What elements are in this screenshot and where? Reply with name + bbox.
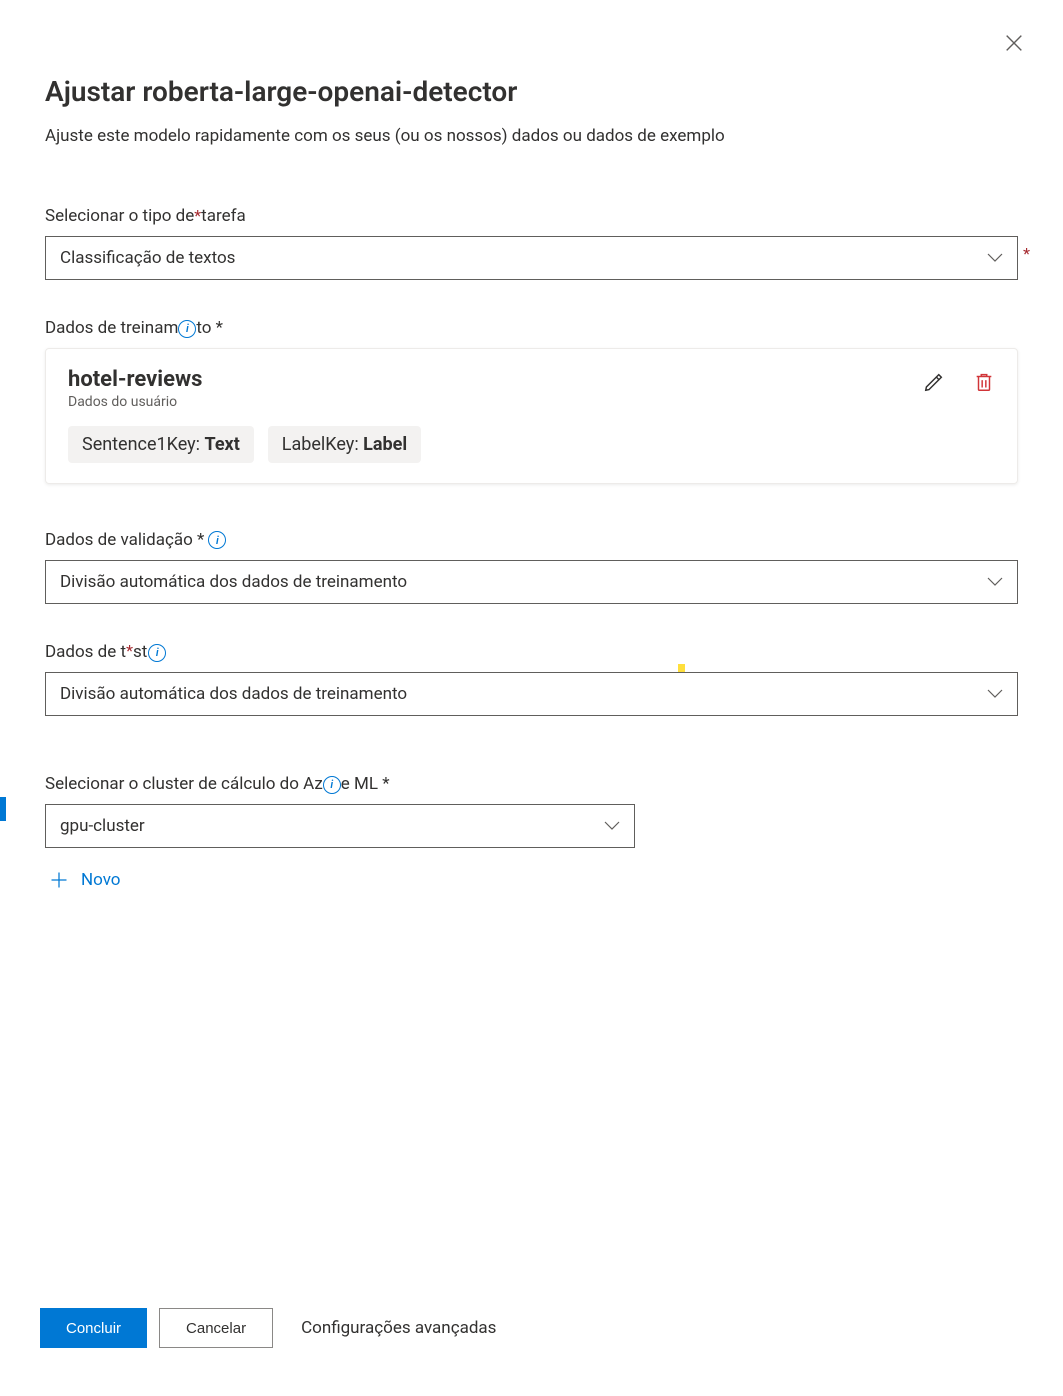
pencil-icon bbox=[923, 371, 945, 393]
finetune-dialog: Ajustar roberta-large-openai-detector Aj… bbox=[0, 0, 1063, 1396]
dialog-footer: Concluir Cancelar Configurações avançada… bbox=[40, 1308, 496, 1348]
cluster-value: gpu-cluster bbox=[60, 816, 145, 836]
chevron-down-icon bbox=[987, 253, 1003, 263]
trash-icon bbox=[973, 371, 995, 393]
info-icon[interactable] bbox=[148, 644, 166, 662]
chevron-down-icon bbox=[987, 689, 1003, 699]
training-chips: Sentence1Key: Text LabelKey: Label bbox=[68, 426, 995, 463]
new-label: Novo bbox=[81, 870, 121, 890]
cluster-select[interactable]: gpu-cluster bbox=[45, 804, 635, 848]
dialog-subtitle: Ajuste este modelo rapidamente com os se… bbox=[45, 126, 1018, 146]
training-data-title: hotel-reviews bbox=[68, 367, 995, 392]
test-data-label: Dados de t*st bbox=[45, 642, 1018, 662]
dialog-title: Ajustar roberta-large-openai-detector bbox=[45, 75, 1018, 108]
chip-labelkey: LabelKey: Label bbox=[268, 426, 421, 463]
cancel-button[interactable]: Cancelar bbox=[159, 1308, 273, 1348]
task-type-value: Classificação de textos bbox=[60, 248, 235, 268]
validation-data-label: Dados de validação * bbox=[45, 530, 1018, 550]
close-icon bbox=[1003, 32, 1025, 54]
new-cluster-button[interactable]: Novo bbox=[45, 866, 125, 894]
info-icon[interactable] bbox=[323, 776, 341, 794]
training-data-subtitle: Dados do usuário bbox=[68, 394, 995, 410]
plus-icon bbox=[49, 870, 69, 890]
validation-data-select[interactable]: Divisão automática dos dados de treiname… bbox=[45, 560, 1018, 604]
required-indicator: * bbox=[1023, 244, 1030, 263]
advanced-settings-link[interactable]: Configurações avançadas bbox=[301, 1318, 496, 1338]
chevron-down-icon bbox=[604, 821, 620, 831]
info-icon[interactable] bbox=[208, 531, 226, 549]
test-data-select[interactable]: Divisão automática dos dados de treiname… bbox=[45, 672, 1018, 716]
delete-button[interactable] bbox=[973, 371, 995, 393]
training-data-card: hotel-reviews Dados do usuário Sentence1… bbox=[45, 348, 1018, 484]
task-type-select[interactable]: Classificação de textos bbox=[45, 236, 1018, 280]
edit-button[interactable] bbox=[923, 371, 945, 393]
chevron-down-icon bbox=[987, 577, 1003, 587]
cluster-label: Selecionar o cluster de cálculo do Aze M… bbox=[45, 774, 1018, 794]
test-data-value: Divisão automática dos dados de treiname… bbox=[60, 684, 407, 704]
info-icon[interactable] bbox=[178, 320, 196, 338]
card-actions bbox=[923, 371, 995, 393]
task-type-label: Selecionar o tipo de*tarefa bbox=[45, 206, 1018, 226]
training-data-label: Dados de treinamto * bbox=[45, 318, 1018, 338]
chip-sentence1key: Sentence1Key: Text bbox=[68, 426, 254, 463]
close-button[interactable] bbox=[1003, 32, 1025, 54]
finish-button[interactable]: Concluir bbox=[40, 1308, 147, 1348]
validation-data-value: Divisão automática dos dados de treiname… bbox=[60, 572, 407, 592]
